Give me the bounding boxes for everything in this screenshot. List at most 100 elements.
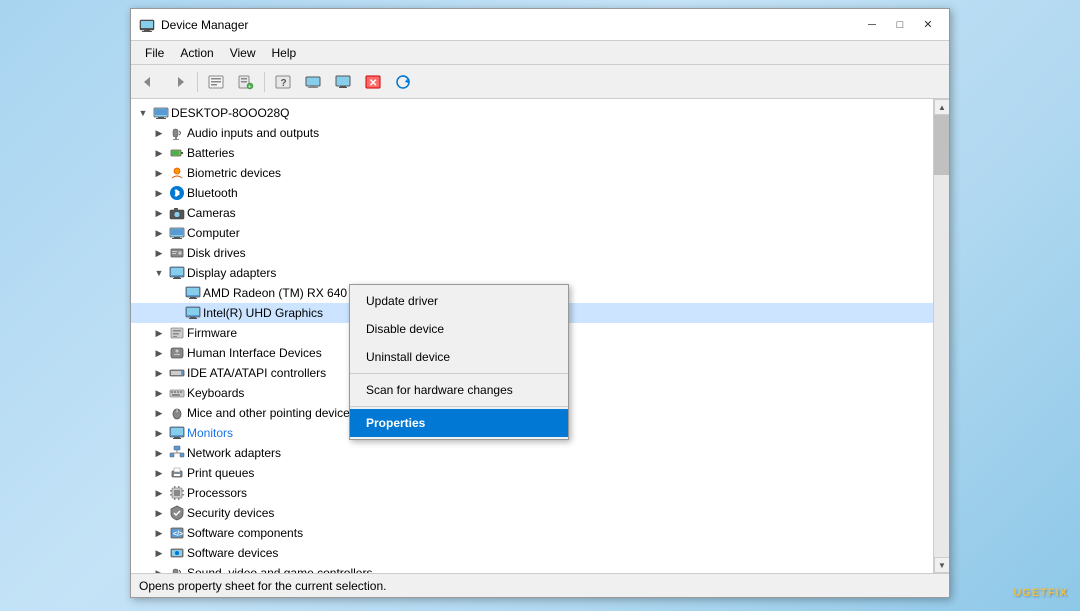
firmware-label: Firmware [187,326,237,340]
window-icon [139,17,155,33]
scroll-thumb[interactable] [934,115,949,175]
batteries-expand-icon: ▶ [151,145,167,161]
battery-icon [169,145,185,161]
context-uninstall-device[interactable]: Uninstall device [350,343,568,371]
mouse-icon [169,405,185,421]
mice-label: Mice and other pointing devices [187,406,356,420]
window-controls: ─ □ ✕ [859,12,941,38]
amd-label: AMD Radeon (TM) RX 640 [203,286,347,300]
svg-text:+: + [248,84,252,90]
print-expand-icon: ▶ [151,465,167,481]
toolbar-scan[interactable]: + [232,69,260,95]
toolbar-help[interactable]: ? [269,69,297,95]
toolbar-computer[interactable] [299,69,327,95]
processor-icon [169,485,185,501]
audio-expand-icon: ▶ [151,125,167,141]
intel-label: Intel(R) UHD Graphics [203,306,323,320]
tree-processors[interactable]: ▶ Processors [131,483,933,503]
tree-biometric[interactable]: ▶ Biometric devices [131,163,933,183]
root-label: DESKTOP-8OOO28Q [171,106,289,120]
batteries-label: Batteries [187,146,234,160]
cameras-expand-icon: ▶ [151,205,167,221]
keyboards-label: Keyboards [187,386,244,400]
minimize-button[interactable]: ─ [859,12,885,38]
print-label: Print queues [187,466,254,480]
intel-expand-icon [167,305,183,321]
tree-softwarecomp[interactable]: ▶ </> Software components [131,523,933,543]
tree-disk[interactable]: ▶ Disk drives [131,243,933,263]
status-text: Opens property sheet for the current sel… [139,579,386,593]
menu-file[interactable]: File [137,44,172,62]
sound-label: Sound, video and game controllers [187,566,372,573]
monitors-expand-icon: ▶ [151,425,167,441]
tree-display[interactable]: ▼ Display adapters [131,263,933,283]
tree-audio[interactable]: ▶ Audio inputs and outputs [131,123,933,143]
menu-help[interactable]: Help [264,44,305,62]
svg-text:?: ? [281,78,287,89]
tree-sound[interactable]: ▶ Sound, video and game controllers [131,563,933,573]
tree-softwaredev[interactable]: ▶ Software devices [131,543,933,563]
toolbar-refresh[interactable] [389,69,417,95]
security-expand-icon: ▶ [151,505,167,521]
sound-expand-icon: ▶ [151,565,167,573]
tree-root[interactable]: ▼ DESKTOP-8OOO28Q [131,103,933,123]
tree-cameras[interactable]: ▶ Cameras [131,203,933,223]
security-label: Security devices [187,506,274,520]
hid-label: Human Interface Devices [187,346,322,360]
toolbar-display[interactable] [329,69,357,95]
toolbar-sep-2 [264,72,265,92]
bluetooth-icon [169,185,185,201]
status-bar: Opens property sheet for the current sel… [131,573,949,597]
scroll-up-btn[interactable]: ▲ [934,99,949,115]
monitors-label: Monitors [187,426,233,440]
monitor-icon [169,425,185,441]
context-sep-2 [350,406,568,407]
softwarecomp-icon: </> [169,525,185,541]
tree-print[interactable]: ▶ Print queues [131,463,933,483]
network-expand-icon: ▶ [151,445,167,461]
toolbar-sep-1 [197,72,198,92]
bluetooth-label: Bluetooth [187,186,238,200]
context-disable-device[interactable]: Disable device [350,315,568,343]
tree-computer[interactable]: ▶ Computer [131,223,933,243]
menu-action[interactable]: Action [172,44,221,62]
print-icon [169,465,185,481]
processors-label: Processors [187,486,247,500]
main-content: ▼ DESKTOP-8OOO28Q ▶ [131,99,949,573]
toolbar-properties[interactable] [202,69,230,95]
disk-expand-icon: ▶ [151,245,167,261]
display-label: Display adapters [187,266,276,280]
cameras-label: Cameras [187,206,236,220]
biometric-expand-icon: ▶ [151,165,167,181]
context-update-driver[interactable]: Update driver [350,287,568,315]
maximize-button[interactable]: □ [887,12,913,38]
context-menu: Update driver Disable device Uninstall d… [349,284,569,440]
computer-expand-icon: ▶ [151,225,167,241]
menu-view[interactable]: View [222,44,264,62]
close-button[interactable]: ✕ [915,12,941,38]
amd-icon [185,285,201,301]
bluetooth-expand-icon: ▶ [151,185,167,201]
toolbar-forward[interactable] [165,69,193,95]
display-expand-icon: ▼ [151,265,167,281]
biometric-label: Biometric devices [187,166,281,180]
tree-bluetooth[interactable]: ▶ Bluetooth [131,183,933,203]
scroll-down-btn[interactable]: ▼ [934,557,949,573]
context-scan-hardware[interactable]: Scan for hardware changes [350,376,568,404]
computer-item-icon [169,225,185,241]
firmware-icon [169,325,185,341]
tree-network[interactable]: ▶ Network adapters [131,443,933,463]
keyboards-expand-icon: ▶ [151,385,167,401]
tree-security[interactable]: ▶ Security devices [131,503,933,523]
tree-batteries[interactable]: ▶ Batteries [131,143,933,163]
scroll-track[interactable] [934,115,949,557]
softwarecomp-expand-icon: ▶ [151,525,167,541]
toolbar-delete[interactable]: ✕ [359,69,387,95]
scrollbar[interactable]: ▲ ▼ [933,99,949,573]
intel-icon [185,305,201,321]
security-icon [169,505,185,521]
amd-expand-icon [167,285,183,301]
context-properties[interactable]: Properties [350,409,568,437]
toolbar-back[interactable] [135,69,163,95]
hid-icon [169,345,185,361]
